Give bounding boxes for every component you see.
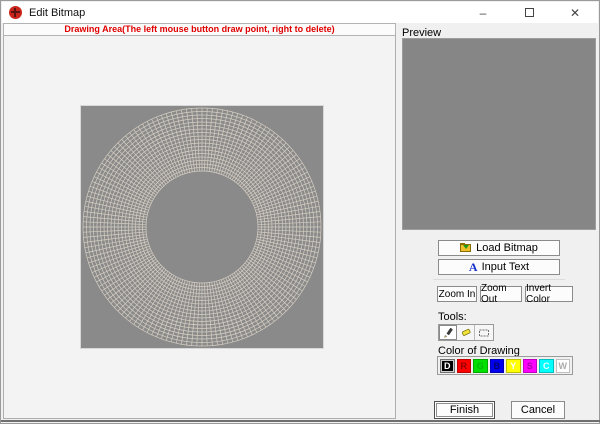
drawing-area[interactable]	[3, 36, 396, 419]
load-bitmap-button[interactable]: Load Bitmap	[438, 240, 560, 256]
color-swatch-w[interactable]: W	[556, 359, 571, 373]
open-folder-icon	[460, 243, 472, 253]
drawing-area-caption: Drawing Area(The left mouse button draw …	[3, 23, 396, 36]
color-swatch-y[interactable]: Y	[506, 359, 521, 373]
finish-button[interactable]: Finish	[434, 401, 495, 419]
right-panel: Preview Load Bitmap A Input Text Zoom In…	[398, 23, 600, 422]
window-title: Edit Bitmap	[29, 7, 85, 19]
bitmap-canvas[interactable]	[81, 106, 323, 348]
separator-line	[433, 279, 565, 280]
color-swatch-r[interactable]: R	[457, 359, 472, 373]
maximize-button[interactable]	[506, 2, 552, 23]
color-swatch-d[interactable]: D	[440, 359, 455, 373]
bottom-edge	[1, 420, 600, 422]
eraser-tool[interactable]	[457, 325, 475, 340]
zoom-out-button[interactable]: Zoom Out	[480, 286, 522, 302]
tools-label: Tools:	[438, 311, 467, 323]
color-swatch-b[interactable]: B	[490, 359, 505, 373]
color-swatch-c[interactable]: C	[539, 359, 554, 373]
title-bar: Edit Bitmap – ✕	[2, 2, 598, 23]
edit-bitmap-window: Edit Bitmap – ✕ Drawing Area(The left mo…	[0, 0, 600, 424]
load-bitmap-label: Load Bitmap	[476, 242, 538, 254]
pencil-tool[interactable]	[439, 325, 457, 340]
invert-color-button[interactable]: Invert Color	[525, 286, 573, 302]
window-controls: – ✕	[460, 2, 598, 23]
input-text-button[interactable]: A Input Text	[438, 259, 560, 275]
ring-mesh	[81, 106, 323, 348]
cancel-button[interactable]: Cancel	[511, 401, 565, 419]
preview-box	[402, 38, 596, 230]
color-swatch-s[interactable]: S	[523, 359, 538, 373]
text-a-icon: A	[469, 260, 478, 275]
app-icon	[9, 6, 22, 19]
maximize-icon	[525, 8, 534, 17]
minimize-button[interactable]: –	[460, 2, 506, 23]
input-text-label: Input Text	[482, 261, 530, 273]
close-button[interactable]: ✕	[552, 2, 598, 23]
tools-group	[438, 324, 494, 341]
color-palette: DRGBYSCW	[437, 356, 573, 375]
drawing-area-caption-text: Drawing Area(The left mouse button draw …	[64, 25, 334, 34]
color-swatch-g[interactable]: G	[473, 359, 488, 373]
zoom-in-button[interactable]: Zoom In	[437, 286, 477, 302]
rect-tool[interactable]	[475, 325, 493, 340]
